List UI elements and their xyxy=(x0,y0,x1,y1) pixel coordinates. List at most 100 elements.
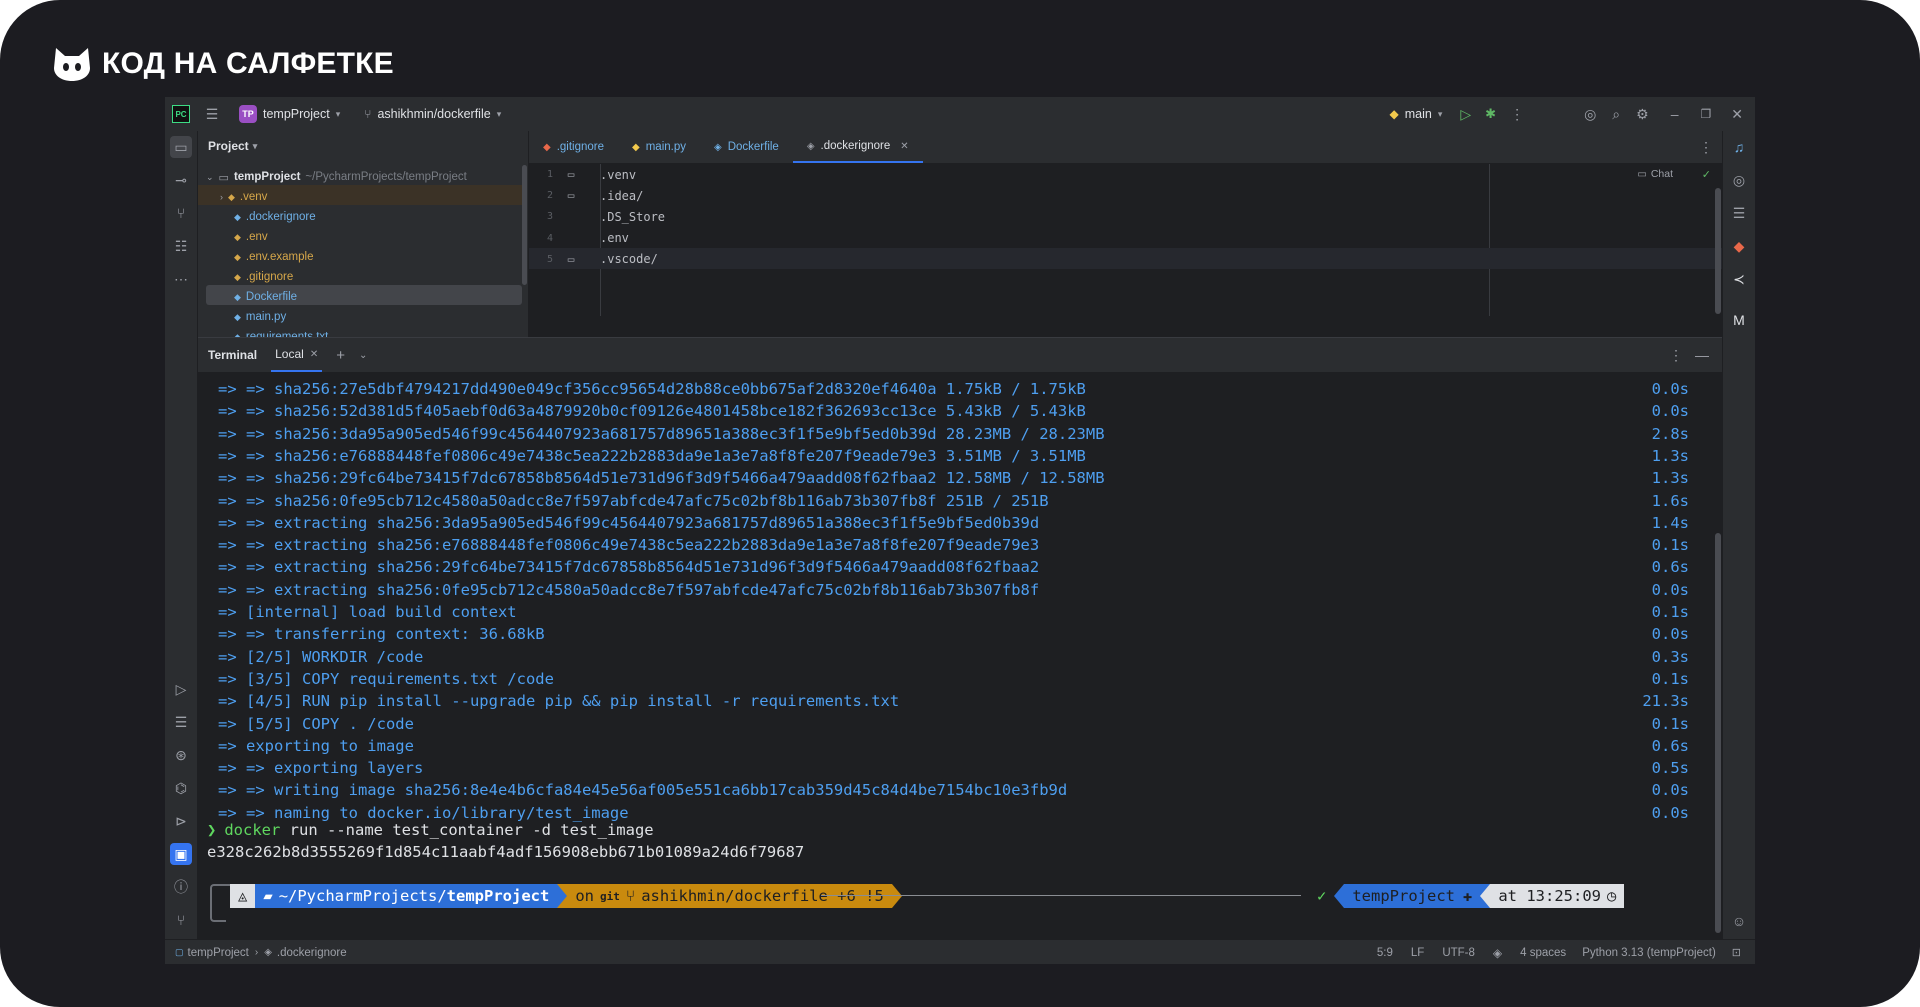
terminal-line-time: 0.3s xyxy=(1651,647,1689,666)
prompt-time: at 13:25:09 xyxy=(1498,887,1601,905)
tree-item-label: .env xyxy=(245,231,268,243)
tab-dockerignore[interactable]: ◈ .dockerignore ✕ xyxy=(792,131,923,163)
terminal-scrollbar[interactable] xyxy=(1715,533,1721,933)
terminal-line: => => exporting layers xyxy=(218,759,424,778)
run-tool-icon[interactable]: ▷ xyxy=(170,678,192,700)
docker-file-icon: ◈ xyxy=(806,140,815,152)
tab-dockerfile[interactable]: ◈ Dockerfile xyxy=(700,131,793,163)
tree-scrollbar[interactable] xyxy=(522,165,527,285)
close-icon[interactable]: ✕ xyxy=(1731,106,1743,123)
terminal-line: => => extracting sha256:0fe95cb712c4580a… xyxy=(218,580,1040,599)
breadcrumb-root[interactable]: tempProject xyxy=(188,947,249,959)
expand-chevron-icon[interactable]: › xyxy=(220,192,223,202)
close-tab-icon[interactable]: ✕ xyxy=(310,349,318,360)
commit-tool-icon[interactable]: ⊸ xyxy=(170,169,192,191)
new-tab-icon[interactable]: + xyxy=(336,347,345,364)
terminal-options-icon[interactable]: ⋮ xyxy=(1669,347,1683,364)
hide-panel-icon[interactable]: — xyxy=(1695,347,1709,363)
python-interpreter[interactable]: Python 3.13 (tempProject) xyxy=(1582,947,1716,959)
root-path: ~/PycharmProjects/tempProject xyxy=(305,171,467,183)
tree-item[interactable]: ◆ .gitignore xyxy=(234,267,293,287)
database-icon[interactable]: ☰ xyxy=(1728,202,1750,224)
inspection-ok-icon[interactable]: ✓ xyxy=(1702,168,1711,181)
close-tab-icon[interactable]: ✕ xyxy=(900,141,908,152)
tree-item[interactable]: ◆ main.py xyxy=(234,307,286,327)
terminal-tab-label: Local xyxy=(275,347,304,361)
terminal-line: => => sha256:29fc64be73415f7dc67858b8564… xyxy=(218,469,1105,488)
chat-button[interactable]: ▭ Chat xyxy=(1637,168,1673,180)
terminal-line: => => transferring context: 36.68kB xyxy=(218,625,545,644)
main-menu-button[interactable]: ☰ xyxy=(197,106,227,123)
lock-icon[interactable]: ⊡ xyxy=(1732,946,1741,959)
folder-open-icon: ▰ xyxy=(263,887,273,905)
tab-gitignore[interactable]: ◆ .gitignore xyxy=(529,131,618,163)
chevron-down-icon: ▾ xyxy=(496,108,502,119)
code-line[interactable]: 4 .env xyxy=(529,228,1723,249)
services-tool-icon[interactable]: ☰ xyxy=(170,711,192,733)
tree-item[interactable]: ◆ .env xyxy=(234,227,268,247)
tree-item[interactable]: › ◆ .venv xyxy=(220,187,267,207)
tree-item[interactable]: ◆ Dockerfile xyxy=(234,287,297,307)
breadcrumb-file[interactable]: .dockerignore xyxy=(277,947,347,959)
line-number: 4 xyxy=(546,232,553,244)
plugin-icon[interactable]: ≺ xyxy=(1728,268,1750,290)
markdown-icon[interactable]: M xyxy=(1728,309,1750,331)
settings-gear-icon[interactable]: ⚙ xyxy=(1636,106,1649,123)
line-separator[interactable]: LF xyxy=(1411,947,1424,959)
terminal-header: Terminal Local ✕ + ⌄ ⋮ — xyxy=(198,338,1723,372)
code-line[interactable]: 5 ▭ .vscode/ xyxy=(529,249,1723,270)
main-toolbar: PC ☰ TP tempProject ▾ ⑂ ashikhmin/docker… xyxy=(165,97,1755,132)
run-icon[interactable]: ▷ xyxy=(1460,106,1471,123)
notifications-icon[interactable]: ♫ xyxy=(1728,136,1750,158)
brand-name: КОД НА САЛФЕТКЕ xyxy=(102,47,394,80)
minimize-icon[interactable]: – xyxy=(1671,106,1679,122)
python-packages-icon[interactable]: ⊛ xyxy=(170,744,192,766)
project-switcher[interactable]: TP tempProject ▾ xyxy=(239,105,340,123)
search-icon[interactable]: ⌕ xyxy=(1612,106,1620,123)
ai-chat-icon[interactable]: ◎ xyxy=(1728,169,1750,191)
editor-scrollbar[interactable] xyxy=(1715,188,1721,314)
terminal-line-time: 0.0s xyxy=(1651,580,1689,599)
file-encoding[interactable]: UTF-8 xyxy=(1442,947,1475,959)
docker-status-icon[interactable]: ◈ xyxy=(1493,946,1502,960)
python-console-icon[interactable]: ⌬ xyxy=(170,777,192,799)
restore-icon[interactable]: ❐ xyxy=(1701,107,1712,121)
run-config-selector[interactable]: ◆ main ▾ xyxy=(1390,107,1443,121)
more-actions-icon[interactable]: ⋮ xyxy=(1510,106,1524,123)
redis-icon[interactable]: ◆ xyxy=(1728,235,1750,257)
tab-options-icon[interactable]: ⋮ xyxy=(1699,139,1713,156)
caret-position[interactable]: 5:9 xyxy=(1377,947,1393,959)
indent-setting[interactable]: 4 spaces xyxy=(1520,947,1566,959)
code-area[interactable]: 1 ▭ .venv 2 ▭ .idea/3 .DS_Store 4 .env 5 ▭ .vscode/… xyxy=(529,164,1723,337)
git-branch-icon: ⑂ xyxy=(625,887,636,905)
terminal-tool-icon[interactable]: ▣ xyxy=(170,843,192,865)
line-number: 5 xyxy=(546,253,553,265)
git-tool-icon[interactable]: ⑂ xyxy=(170,909,192,931)
tab-label: Dockerfile xyxy=(727,141,779,153)
left-tool-strip: ▭ ⊸ ⑂ ☷ ⋯ ▷ ☰ ⊛ ⌬ ⊳ ▣ ⓘ ⑂ xyxy=(165,131,198,939)
terminal-line-time: 0.1s xyxy=(1651,603,1689,621)
problems-tool-icon[interactable]: ⓘ xyxy=(170,876,192,898)
project-tool-icon[interactable]: ▭ xyxy=(170,136,192,158)
tab-main-py[interactable]: ◆ main.py xyxy=(618,131,700,163)
ai-assistant-icon[interactable]: ◎ xyxy=(1584,106,1596,123)
branch-switcher[interactable]: ⑂ ashikhmin/dockerfile ▾ xyxy=(364,107,501,121)
structure-tool-icon[interactable]: ☷ xyxy=(170,235,192,257)
tree-item[interactable]: ◆ .env.example xyxy=(234,247,313,267)
tree-item-label: .gitignore xyxy=(245,271,294,283)
services-icon[interactable]: ⊳ xyxy=(170,810,192,832)
chevron-down-icon[interactable]: ⌄ xyxy=(359,350,367,361)
code-line[interactable]: 3 .DS_Store xyxy=(529,206,1723,227)
prompt-connector-top xyxy=(210,884,230,906)
more-tools-icon[interactable]: ⋯ xyxy=(170,268,192,290)
code-line[interactable]: 1 ▭ .venv xyxy=(529,164,1723,185)
project-panel-header[interactable]: Project ▾ xyxy=(198,131,528,161)
code-line[interactable]: 2 ▭ .idea/ xyxy=(529,185,1723,206)
terminal-tab-local[interactable]: Local ✕ xyxy=(271,338,323,372)
tree-root[interactable]: ⌄ ▭ tempProject ~/PycharmProjects/tempPr… xyxy=(206,167,467,187)
tree-item[interactable]: ◆ .dockerignore xyxy=(234,207,316,227)
feedback-icon[interactable]: ☺ xyxy=(1728,910,1750,932)
debug-icon[interactable]: ✱ xyxy=(1485,106,1496,122)
pull-requests-icon[interactable]: ⑂ xyxy=(170,202,192,224)
os-segment: ◬ xyxy=(230,884,256,908)
